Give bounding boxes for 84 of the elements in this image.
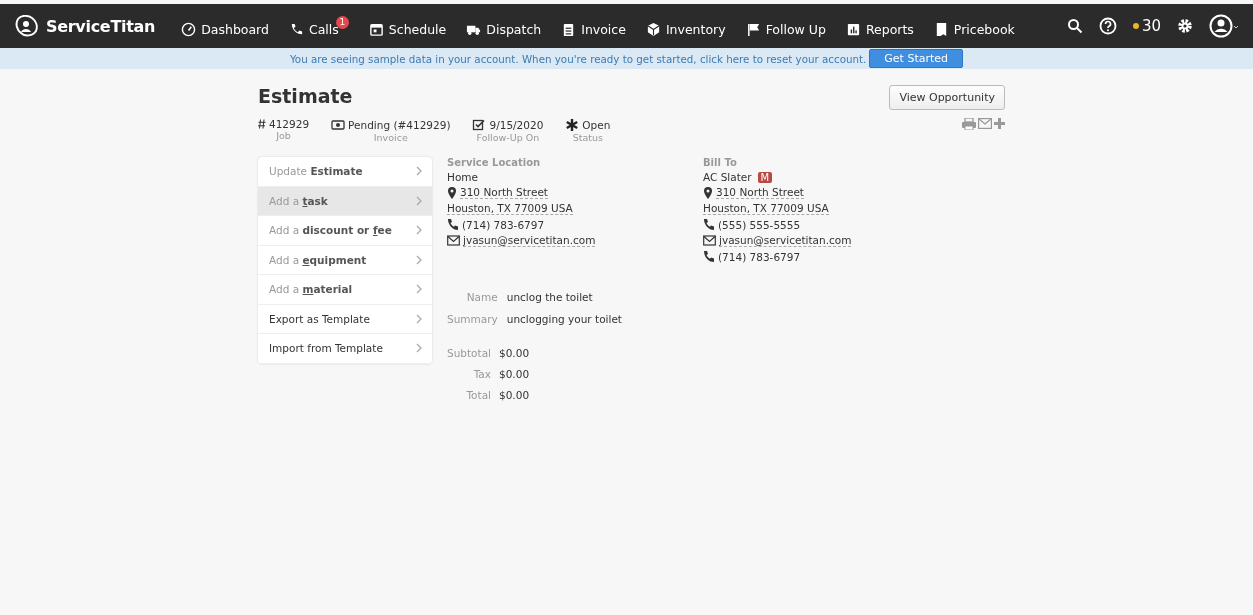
phone-icon bbox=[447, 218, 459, 231]
menu-item[interactable]: Add a material bbox=[258, 275, 432, 305]
field-label: Summary bbox=[447, 313, 498, 325]
contact-link[interactable]: Houston, TX 77009 USA bbox=[447, 202, 573, 215]
field-value: unclogging your toilet bbox=[506, 313, 622, 325]
meta-value: 412929 bbox=[269, 118, 310, 130]
contact-link[interactable]: 310 North Street bbox=[460, 186, 548, 199]
menu-item[interactable]: Export as Template bbox=[258, 304, 432, 334]
help-icon[interactable] bbox=[1098, 17, 1117, 35]
chevron-icon bbox=[416, 195, 422, 206]
points-counter[interactable]: 30 bbox=[1132, 17, 1161, 35]
meta-value: Open bbox=[582, 119, 611, 131]
contact-link[interactable]: Houston, TX 77009 USA bbox=[703, 202, 829, 215]
total-amount: $0.00 bbox=[499, 368, 530, 380]
menu-item[interactable]: Import from Template bbox=[258, 334, 432, 364]
page-title: Estimate bbox=[258, 85, 353, 109]
contact-link[interactable]: 310 North Street bbox=[716, 186, 804, 199]
nav-link[interactable]: Inventory bbox=[645, 15, 726, 37]
chevron-icon bbox=[416, 225, 422, 236]
total-label: Tax bbox=[472, 368, 491, 380]
view-opportunity-button[interactable]: View Opportunity bbox=[889, 85, 1005, 110]
meta-label: Follow-Up On bbox=[476, 132, 540, 143]
member-tag: M bbox=[757, 171, 773, 183]
envelope-icon[interactable] bbox=[978, 118, 992, 129]
field-value: unclog the toilet bbox=[506, 291, 594, 303]
search-icon[interactable] bbox=[1066, 18, 1083, 34]
nav-link[interactable]: Dispatch bbox=[466, 15, 542, 37]
phone-icon bbox=[703, 250, 715, 263]
contact-link[interactable]: jvasun@servicetitan.com bbox=[719, 234, 852, 247]
logo-icon bbox=[14, 15, 40, 37]
contact-text: (714) 783-6797 bbox=[718, 250, 801, 263]
chevron-icon bbox=[416, 254, 422, 265]
customer-name: AC Slater bbox=[703, 171, 752, 183]
chevron-icon bbox=[416, 343, 422, 354]
meta-label: Status bbox=[572, 132, 603, 143]
nav-link[interactable]: Pricebook bbox=[933, 15, 1015, 37]
chevron-icon bbox=[416, 284, 422, 295]
checkbox-icon bbox=[472, 118, 487, 132]
phone-icon bbox=[289, 21, 304, 37]
hash-icon bbox=[258, 119, 266, 129]
envelope-icon bbox=[447, 234, 460, 247]
section-heading: Service Location bbox=[447, 157, 542, 168]
nav-link[interactable]: Follow Up bbox=[745, 15, 826, 37]
total-label: Subtotal bbox=[447, 347, 491, 359]
phone-icon bbox=[703, 218, 715, 231]
plus-icon[interactable] bbox=[994, 118, 1005, 129]
total-amount: $0.00 bbox=[499, 389, 530, 401]
contact-text: (555) 555-5555 bbox=[718, 218, 801, 231]
section-heading: Bill To bbox=[703, 157, 738, 168]
menu-item[interactable]: Add a equipment bbox=[258, 245, 432, 275]
gauge-icon bbox=[181, 21, 197, 37]
meta-label: Invoice bbox=[373, 132, 408, 143]
contact-text: (714) 783-6797 bbox=[462, 218, 545, 231]
field-label: Name bbox=[465, 291, 498, 303]
money-icon bbox=[331, 118, 346, 132]
asterisk-icon bbox=[565, 118, 580, 132]
banner-message[interactable]: You are seeing sample data in your account. When you're ready to get started, click here to reset your account. bbox=[289, 52, 867, 65]
meta-value: Pending (#412929) bbox=[348, 119, 451, 131]
box-icon bbox=[645, 21, 661, 37]
chart-icon bbox=[845, 21, 861, 37]
menu-item[interactable]: Add a task bbox=[258, 186, 432, 216]
meta-value: 9/15/2020 bbox=[489, 119, 544, 131]
nav-link[interactable]: Dashboard bbox=[181, 15, 269, 37]
print-icon[interactable] bbox=[962, 118, 976, 130]
contact-text: Home bbox=[447, 171, 478, 183]
total-label: Total bbox=[465, 389, 491, 401]
nav-link[interactable]: Reports bbox=[845, 15, 914, 37]
nav-link[interactable]: Invoice bbox=[561, 15, 626, 37]
pin-icon bbox=[703, 186, 713, 199]
chevron-icon bbox=[416, 166, 422, 177]
meta-label: Job bbox=[276, 130, 291, 141]
nav-link[interactable]: Schedule bbox=[368, 15, 447, 37]
settings-icon[interactable] bbox=[1177, 18, 1193, 34]
menu-item[interactable]: Update Estimate bbox=[258, 157, 432, 187]
avatar-icon[interactable] bbox=[1209, 14, 1239, 38]
envelope-icon bbox=[703, 234, 716, 247]
calendar-icon bbox=[368, 21, 384, 37]
flag-icon bbox=[745, 21, 761, 37]
chevron-icon bbox=[416, 313, 422, 324]
pin-icon bbox=[447, 186, 457, 199]
total-amount: $0.00 bbox=[499, 347, 530, 359]
menu-item[interactable]: Add a discount or fee bbox=[258, 216, 432, 246]
brand-name[interactable]: ServiceTitan bbox=[46, 16, 156, 36]
contact-link[interactable]: jvasun@servicetitan.com bbox=[463, 234, 596, 247]
